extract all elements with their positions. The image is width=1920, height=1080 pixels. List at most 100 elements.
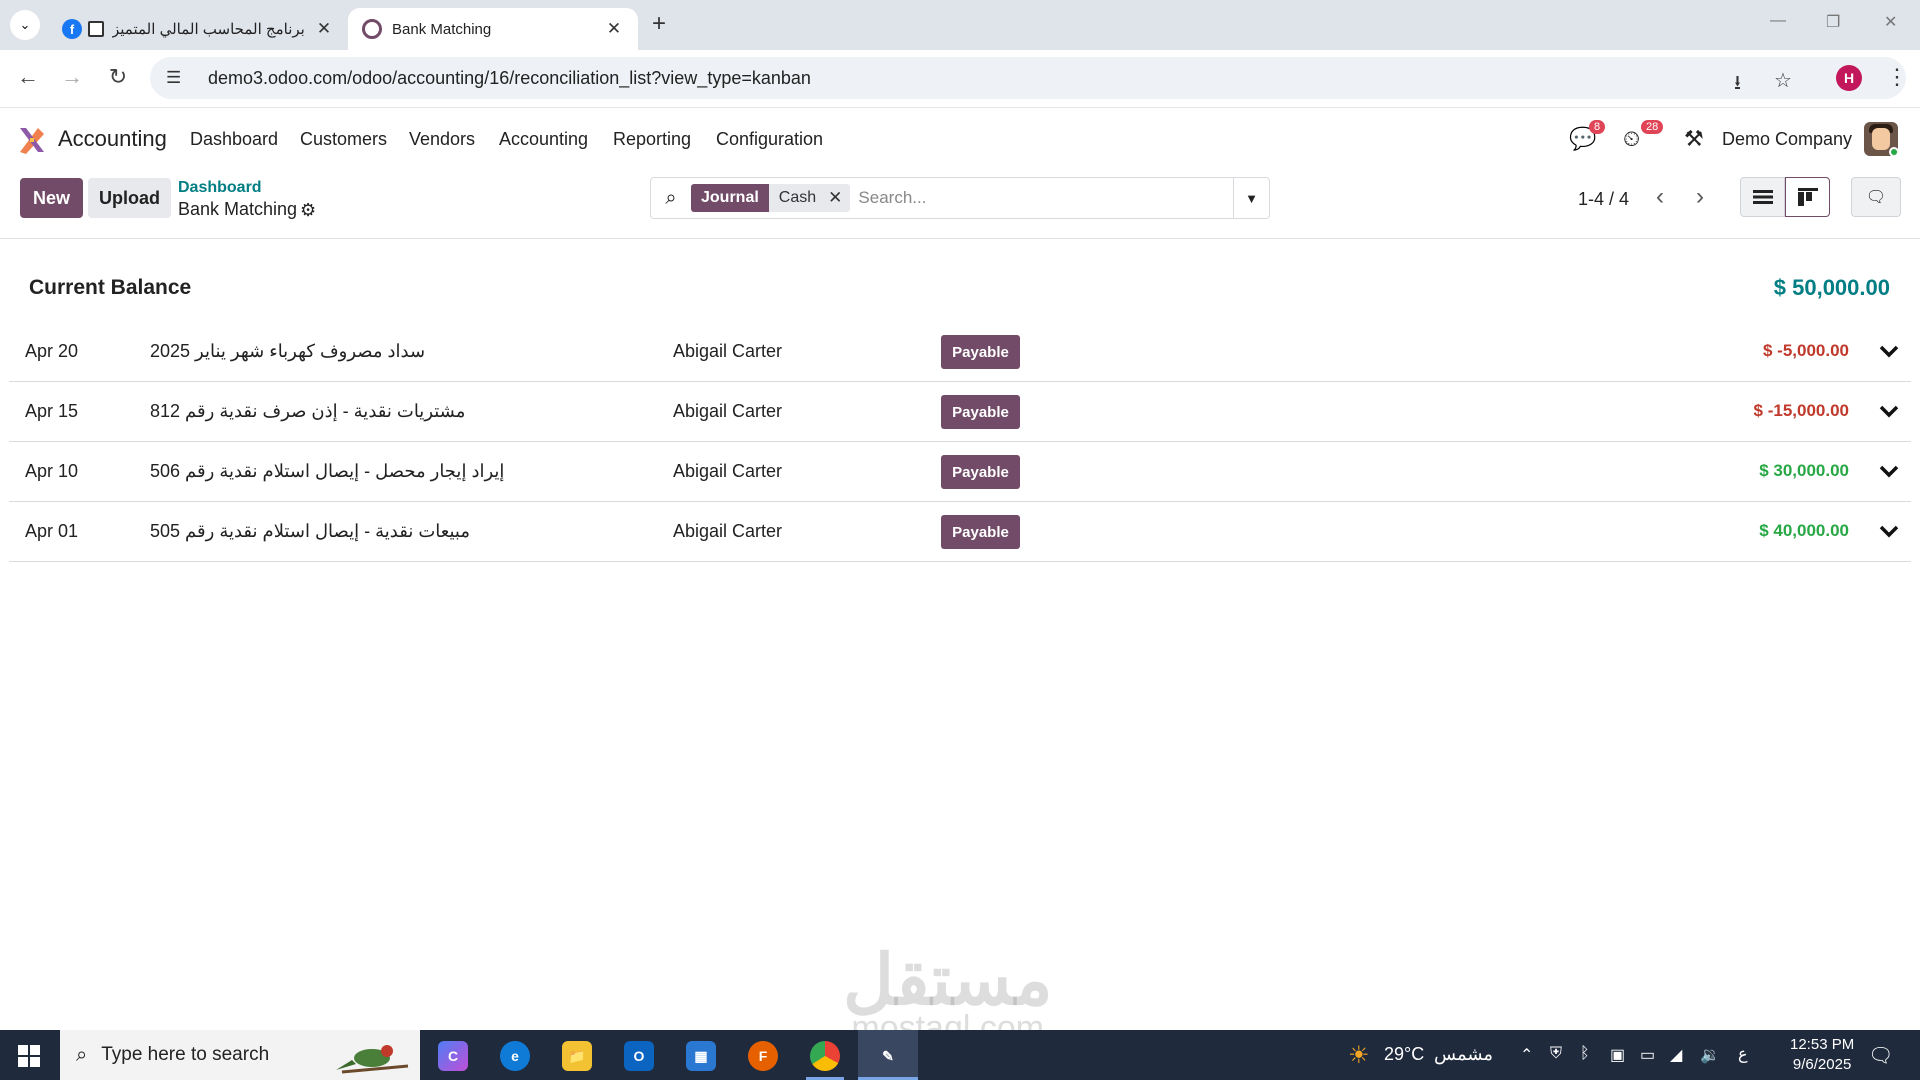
window-close-icon[interactable]: ✕ — [1884, 12, 1897, 32]
search-options-caret-icon[interactable]: ▼ — [1233, 178, 1269, 218]
line-date: Apr 10 — [25, 461, 79, 481]
statement-line[interactable]: Apr 15 مشتريات نقدية - إذن صرف نقدية رقم… — [9, 382, 1911, 442]
line-partner: Abigail Carter — [673, 461, 783, 481]
payable-tag: Payable — [941, 515, 1020, 549]
volume-icon[interactable]: 🔉 — [1700, 1045, 1720, 1065]
line-date: Apr 01 — [25, 521, 79, 541]
microsoft-store-icon[interactable]: ▦ — [686, 1041, 716, 1071]
address-bar[interactable]: ☰ demo3.odoo.com/odoo/accounting/16/reco… — [150, 57, 1906, 99]
remove-facet-icon[interactable]: ✕ — [826, 184, 851, 212]
clock[interactable]: 12:53 PM 9/6/2025 — [1790, 1035, 1854, 1075]
weather-label[interactable]: مشمس — [1434, 1044, 1493, 1065]
search-highlight-bird-icon — [336, 1045, 409, 1074]
tray-expand-chevron-icon[interactable]: ⌃ — [1520, 1045, 1533, 1065]
outlook-icon[interactable]: O — [624, 1041, 654, 1071]
battery-icon[interactable]: ▭ — [1640, 1045, 1655, 1065]
balance-label: Current Balance — [29, 276, 192, 299]
copilot-icon[interactable]: C — [438, 1041, 468, 1071]
restore-icon[interactable]: ❐ — [1826, 12, 1840, 32]
list-view-icon[interactable] — [1740, 177, 1785, 217]
chrome-icon[interactable] — [810, 1041, 840, 1071]
close-tab-icon[interactable]: ✕ — [314, 19, 334, 39]
kanban-view-icon[interactable] — [1785, 177, 1830, 217]
firefox-icon[interactable]: F — [748, 1041, 778, 1071]
file-explorer-icon[interactable]: 📁 — [562, 1041, 592, 1071]
online-status-dot — [1889, 147, 1898, 156]
new-tab-plus-icon[interactable]: + — [652, 10, 666, 38]
minimize-icon[interactable]: — — [1770, 12, 1786, 30]
statement-line[interactable]: Apr 10 إيراد إيجار محصل - إيصال استلام ن… — [9, 442, 1911, 502]
chevron-down-icon[interactable] — [1877, 519, 1901, 543]
watermark-arabic: مستقل — [843, 941, 1053, 1019]
notifications-icon[interactable]: 🗨 — [1868, 1043, 1893, 1068]
statement-line[interactable]: Apr 01 مبيعات نقدية - إيصال استلام نقدية… — [9, 502, 1911, 562]
site-settings-icon[interactable]: ☰ — [166, 68, 190, 88]
close-tab-icon[interactable]: ✕ — [604, 19, 624, 39]
pager-value[interactable]: 1-4 / 4 — [1578, 189, 1629, 210]
taskbar-search[interactable]: ⌕ Type here to search — [60, 1030, 420, 1080]
bookmark-star-icon[interactable]: ☆ — [1774, 68, 1792, 93]
reload-icon[interactable]: ↻ — [104, 64, 132, 90]
payable-tag: Payable — [941, 455, 1020, 489]
messages-icon[interactable]: 💬 8 — [1569, 120, 1606, 152]
language-indicator[interactable]: ع — [1738, 1044, 1748, 1064]
chevron-down-icon[interactable] — [1877, 339, 1901, 363]
accounting-app-logo-icon[interactable] — [18, 126, 46, 154]
search-facet-journal[interactable]: Journal Cash ✕ — [691, 184, 851, 212]
chevron-down-icon[interactable] — [1877, 399, 1901, 423]
line-date: Apr 20 — [25, 341, 79, 361]
spreadsheet-icon — [88, 21, 104, 37]
pen-app-icon[interactable]: ✎ — [873, 1041, 903, 1071]
display-icon[interactable]: ▣ — [1610, 1045, 1625, 1065]
forward-arrow-icon[interactable]: → — [58, 64, 86, 90]
browser-tab-active[interactable]: Bank Matching ✕ — [348, 8, 638, 50]
line-partner: Abigail Carter — [673, 521, 783, 541]
statement-line[interactable]: Apr 20 سداد مصروف كهرباء شهر يناير 2025 … — [9, 322, 1911, 382]
breadcrumb-dashboard-link[interactable]: Dashboard — [178, 179, 262, 197]
edge-browser-icon[interactable]: e — [500, 1041, 530, 1071]
user-avatar[interactable] — [1864, 122, 1898, 156]
weather-temp[interactable]: 29°C — [1384, 1044, 1424, 1065]
weather-sun-icon[interactable]: ☀ — [1348, 1041, 1370, 1070]
tab-title: برنامج المحاسب المالي المتميز — [112, 21, 305, 38]
install-app-icon[interactable]: ⭳ — [1734, 68, 1741, 102]
pager-previous-icon[interactable]: ‹ — [1645, 183, 1675, 211]
windows-start-icon[interactable] — [18, 1045, 40, 1067]
upload-button[interactable]: Upload — [88, 178, 171, 218]
wifi-icon[interactable]: ◢ — [1670, 1045, 1682, 1065]
line-label: إيراد إيجار محصل - إيصال استلام نقدية رق… — [150, 461, 505, 481]
breadcrumb-current: Bank Matching — [178, 199, 298, 219]
chatter-toggle-icon[interactable]: 🗨 — [1851, 177, 1901, 217]
menu-customers[interactable]: Customers — [300, 129, 387, 150]
pager-next-icon[interactable]: › — [1685, 183, 1715, 211]
tools-icon[interactable]: ⚒ — [1684, 126, 1704, 152]
browser-menu-icon[interactable]: ⋮ — [1886, 64, 1908, 90]
new-button[interactable]: New — [20, 178, 83, 218]
menu-accounting[interactable]: Accounting — [499, 129, 588, 150]
tab-search-chevron-icon[interactable]: ⌄ — [10, 10, 40, 40]
profile-avatar[interactable]: H — [1836, 65, 1862, 91]
gear-icon[interactable]: ⚙ — [300, 200, 316, 221]
chevron-down-icon[interactable] — [1877, 459, 1901, 483]
line-label: مشتريات نقدية - إذن صرف نقدية رقم 812 — [150, 401, 466, 421]
menu-reporting[interactable]: Reporting — [613, 129, 691, 150]
facebook-icon: f — [62, 19, 82, 39]
line-amount: $ 30,000.00 — [1759, 461, 1849, 480]
statement-lines: Apr 20 سداد مصروف كهرباء شهر يناير 2025 … — [9, 322, 1911, 562]
back-arrow-icon[interactable]: ← — [14, 64, 42, 90]
defender-shield-icon[interactable]: ⛨ — [1550, 1045, 1562, 1063]
bluetooth-icon[interactable]: ᛒ — [1580, 1045, 1590, 1063]
search-input[interactable] — [858, 188, 1229, 208]
activities-clock-icon[interactable]: ⏲ 28 — [1623, 120, 1664, 152]
url-text[interactable]: demo3.odoo.com/odoo/accounting/16/reconc… — [208, 68, 811, 89]
menu-configuration[interactable]: Configuration — [716, 129, 823, 150]
app-name[interactable]: Accounting — [58, 126, 167, 152]
clock-time: 12:53 PM — [1790, 1036, 1855, 1053]
menu-vendors[interactable]: Vendors — [409, 129, 475, 150]
browser-tab-inactive[interactable]: f برنامج المحاسب المالي المتميز ✕ — [48, 8, 348, 50]
balance-value: $ 50,000.00 — [1773, 275, 1890, 300]
company-switcher[interactable]: Demo Company — [1722, 129, 1852, 150]
search-icon[interactable]: ⌕ — [651, 187, 691, 210]
menu-dashboard[interactable]: Dashboard — [190, 129, 278, 150]
line-amount: $ -15,000.00 — [1753, 401, 1849, 420]
